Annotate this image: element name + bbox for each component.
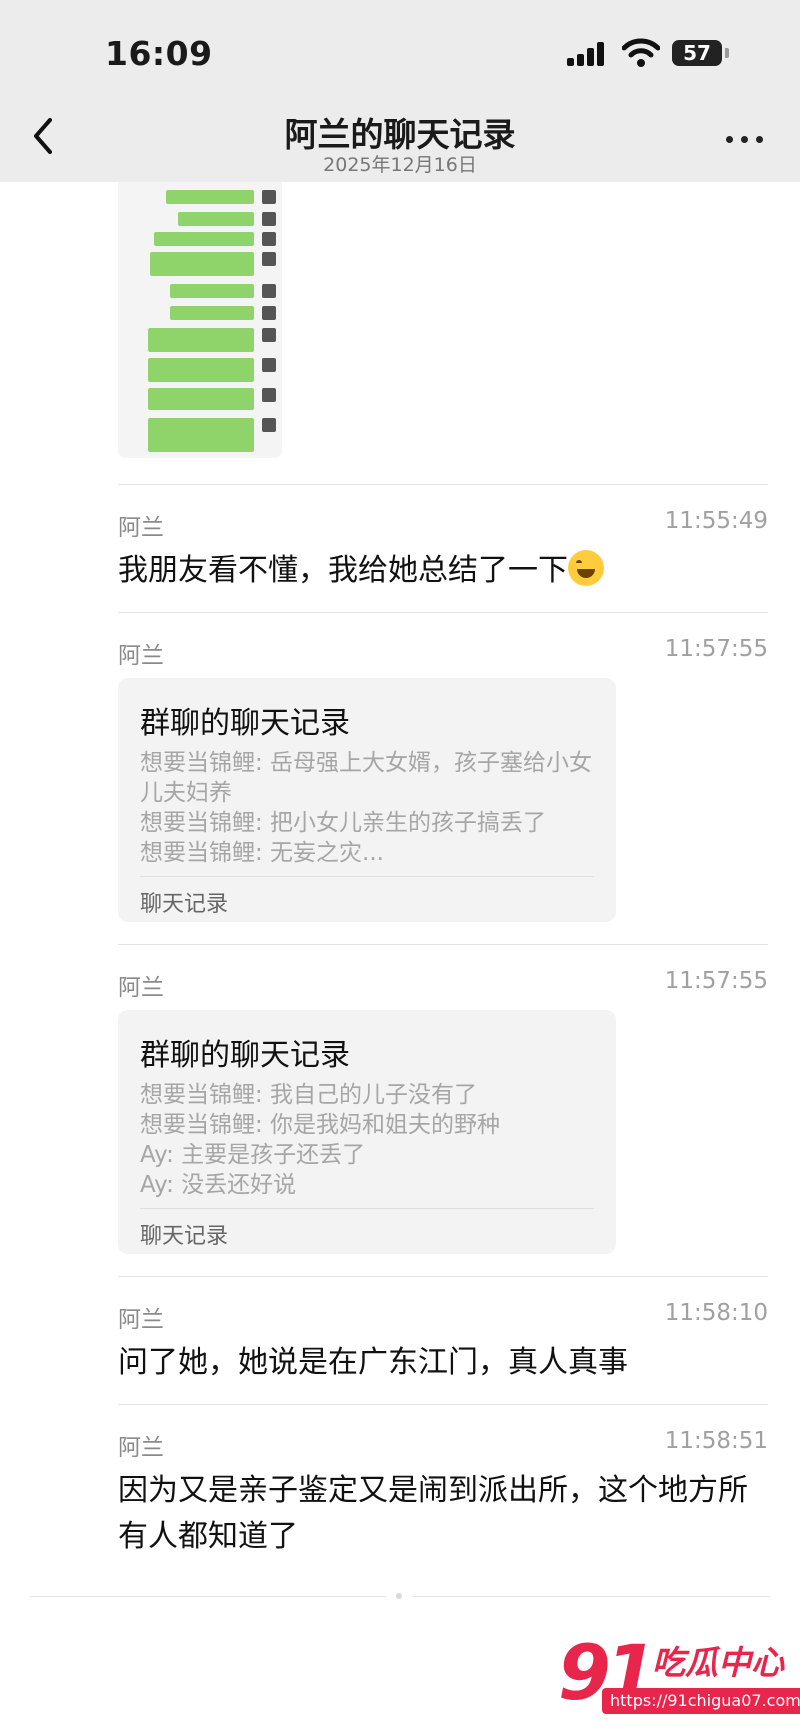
- message-text[interactable]: 因为又是亲子鉴定又是闹到派出所，这个地方所有人都知道了: [118, 1468, 768, 1560]
- message-item: 阿兰 11:58:51 因为又是亲子鉴定又是闹到派出所，这个地方所有人都知道了: [118, 1428, 768, 1578]
- message-time: 11:57:55: [664, 968, 768, 994]
- end-divider-right: [412, 1596, 770, 1597]
- message-divider: [118, 944, 768, 945]
- card-preview: 想要当锦鲤: 我自己的儿子没有了 想要当锦鲤: 你是我妈和姐夫的野种 Ay: 主…: [140, 1080, 610, 1200]
- sender-name: 阿兰: [118, 643, 164, 669]
- card-title: 群聊的聊天记录: [140, 1038, 350, 1073]
- card-preview-line: 想要当锦鲤: 我自己的儿子没有了: [140, 1082, 478, 1108]
- end-divider-left: [30, 1596, 386, 1597]
- card-preview-line: Ay: 没丢还好说: [140, 1172, 297, 1198]
- cellular-signal-icon: [567, 42, 609, 66]
- message-time: 11:57:55: [664, 636, 768, 662]
- site-watermark-logo: 91 吃瓜中心 https://91chigua07.com: [558, 1628, 800, 1720]
- end-divider-dot: [396, 1593, 402, 1599]
- more-options-icon[interactable]: [726, 136, 764, 144]
- watermark-url: https://91chigua07.com: [602, 1688, 800, 1714]
- card-title: 群聊的聊天记录: [140, 706, 350, 741]
- top-bar: 16:09 57 阿兰的聊天记录 2025年12月16日: [0, 0, 800, 182]
- message-divider: [118, 484, 768, 485]
- status-bar: 16:09 57: [0, 30, 800, 80]
- card-footer: 聊天记录: [140, 892, 229, 917]
- chat-screenshot-image[interactable]: [118, 182, 282, 458]
- card-footer: 聊天记录: [140, 1224, 229, 1249]
- message-item: 阿兰 11:58:10 问了她，她说是在广东江门，真人真事: [118, 1300, 768, 1390]
- message-divider: [118, 612, 768, 613]
- sender-name: 阿兰: [118, 1307, 164, 1333]
- card-divider: [140, 876, 594, 877]
- message-time: 11:58:10: [664, 1300, 768, 1326]
- sender-name: 阿兰: [118, 1435, 164, 1461]
- watermark-name: 吃瓜中心: [652, 1643, 784, 1682]
- nav-bar: 阿兰的聊天记录 2025年12月16日: [0, 100, 800, 180]
- page-date: 2025年12月16日: [323, 154, 477, 176]
- battery-icon: 57: [672, 40, 722, 66]
- message-time: 11:55:49: [664, 508, 768, 534]
- card-preview-line: 想要当锦鲤: 岳母强上大女婿，孩子塞给小女儿夫妇养: [140, 750, 593, 806]
- card-preview-line: 想要当锦鲤: 把小女儿亲生的孩子搞丢了: [140, 810, 547, 836]
- message-divider: [118, 1276, 768, 1277]
- wifi-icon: [622, 38, 660, 67]
- laughing-tears-emoji-icon: [568, 550, 604, 586]
- message-divider: [118, 1404, 768, 1405]
- card-preview-line: 想要当锦鲤: 无妄之灾...: [140, 840, 384, 866]
- card-preview-line: Ay: 主要是孩子还丢了: [140, 1142, 366, 1168]
- chat-record-card[interactable]: 群聊的聊天记录 想要当锦鲤: 我自己的儿子没有了 想要当锦鲤: 你是我妈和姐夫的…: [118, 1010, 616, 1254]
- card-divider: [140, 1208, 594, 1209]
- message-item: 阿兰 11:55:49 我朋友看不懂，我给她总结了一下: [118, 508, 768, 588]
- chat-record-card[interactable]: 群聊的聊天记录 想要当锦鲤: 岳母强上大女婿，孩子塞给小女儿夫妇养 想要当锦鲤:…: [118, 678, 616, 922]
- message-time: 11:58:51: [664, 1428, 768, 1454]
- message-item: 阿兰 11:57:55 群聊的聊天记录 想要当锦鲤: 我自己的儿子没有了 想要当…: [118, 968, 768, 1258]
- battery-tip: [725, 48, 729, 58]
- page-title: 阿兰的聊天记录: [284, 115, 516, 154]
- card-preview: 想要当锦鲤: 岳母强上大女婿，孩子塞给小女儿夫妇养 想要当锦鲤: 把小女儿亲生的…: [140, 748, 610, 868]
- status-time: 16:09: [105, 34, 213, 73]
- message-text[interactable]: 我朋友看不懂，我给她总结了一下: [118, 548, 768, 594]
- message-text-content: 我朋友看不懂，我给她总结了一下: [118, 553, 568, 588]
- card-preview-line: 想要当锦鲤: 你是我妈和姐夫的野种: [140, 1112, 501, 1138]
- sender-name: 阿兰: [118, 515, 164, 541]
- message-text[interactable]: 问了她，她说是在广东江门，真人真事: [118, 1340, 768, 1386]
- sender-name: 阿兰: [118, 975, 164, 1001]
- message-item: 阿兰 11:57:55 群聊的聊天记录 想要当锦鲤: 岳母强上大女婿，孩子塞给小…: [118, 636, 768, 926]
